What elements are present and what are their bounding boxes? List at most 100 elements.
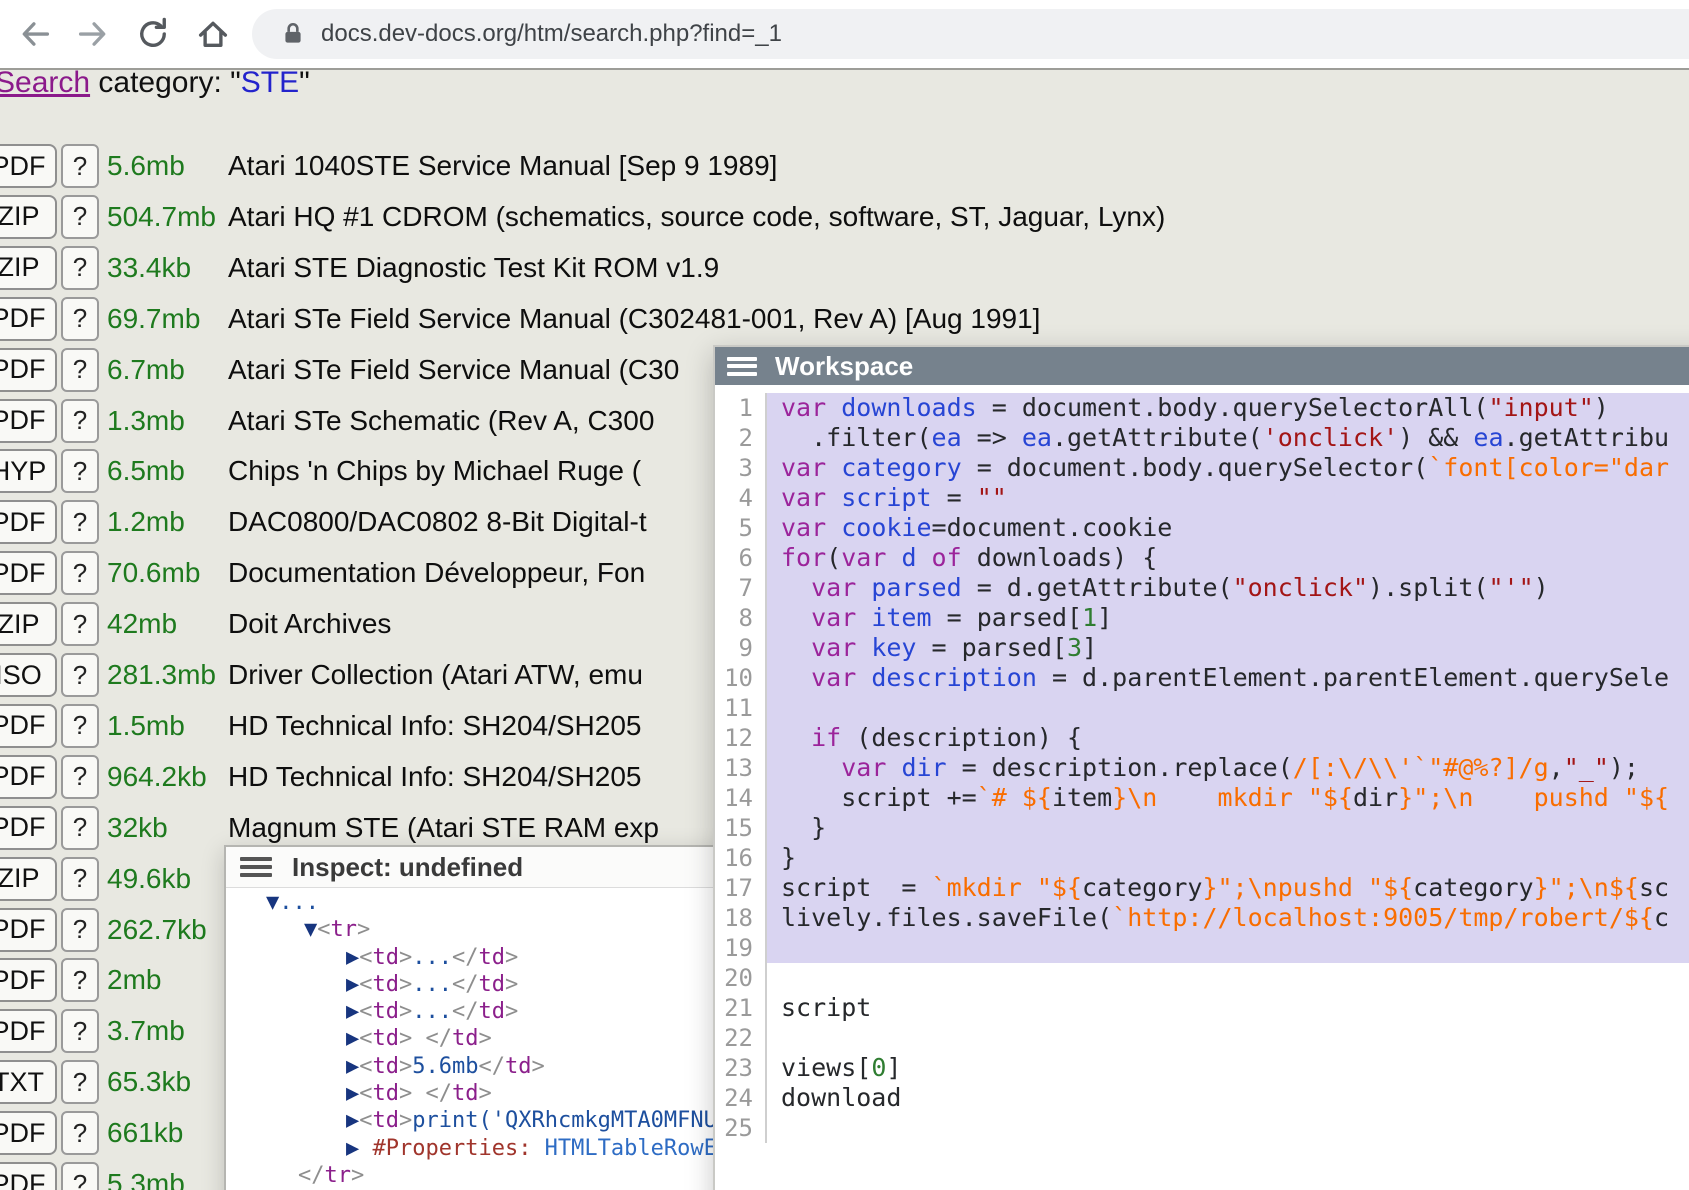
code-line[interactable]: 17script = `mkdir "${category}";\npushd … [715,873,1689,903]
workspace-titlebar[interactable]: Workspace [715,347,1689,385]
expand-triangle-icon[interactable]: ▶ [346,1108,359,1133]
file-type-button[interactable]: PDF [0,755,57,799]
file-help-button[interactable]: ? [61,500,99,544]
code-line[interactable]: 2 .filter(ea => ea.getAttribute('onclick… [715,423,1689,453]
collapse-triangle-icon[interactable]: ▼ [304,917,317,942]
file-help-button[interactable]: ? [61,144,99,188]
file-type-button[interactable]: TXT [0,1060,57,1104]
file-type-button[interactable]: ZIP [0,602,57,646]
file-type-button[interactable]: PDF [0,908,57,952]
code-line[interactable]: 1var downloads = document.body.querySele… [715,393,1689,423]
file-type-button[interactable]: HYP [0,449,57,493]
file-help-button[interactable]: ? [61,1060,99,1104]
collapse-triangle-icon[interactable]: ▼ [266,890,279,915]
code-text[interactable]: var category = document.body.querySelect… [767,453,1689,483]
tree-node[interactable]: </tr> [226,1162,788,1189]
code-line[interactable]: 10 var description = d.parentElement.par… [715,663,1689,693]
file-help-button[interactable]: ? [61,449,99,493]
code-line[interactable]: 8 var item = parsed[1] [715,603,1689,633]
code-line[interactable]: 22 [715,1023,1689,1053]
tree-node[interactable]: ▶<td> </td> [226,1025,788,1052]
expand-triangle-icon[interactable]: ▶ [346,972,359,997]
code-text[interactable] [767,1023,1689,1053]
file-type-button[interactable]: PDF [0,1111,57,1155]
code-text[interactable]: script +=`# ${item}\n mkdir "${dir}";\n … [767,783,1689,813]
code-text[interactable]: } [767,813,1689,843]
file-type-button[interactable]: ZIP [0,857,57,901]
code-line[interactable]: 7 var parsed = d.getAttribute("onclick")… [715,573,1689,603]
code-line[interactable]: 15 } [715,813,1689,843]
file-help-button[interactable]: ? [61,297,99,341]
code-text[interactable]: var parsed = d.getAttribute("onclick").s… [767,573,1689,603]
file-type-button[interactable]: PDF [0,297,57,341]
code-text[interactable]: } [767,843,1689,873]
search-link[interactable]: Search [0,66,90,99]
file-type-button[interactable]: ZIP [0,246,57,290]
file-type-button[interactable]: ZIP [0,195,57,239]
inspect-titlebar[interactable]: Inspect: undefined [226,847,788,888]
code-text[interactable]: var item = parsed[1] [767,603,1689,633]
code-text[interactable]: if (description) { [767,723,1689,753]
code-text[interactable]: var cookie=document.cookie [767,513,1689,543]
file-type-button[interactable]: PDF [0,1162,57,1190]
file-type-button[interactable]: PDF [0,704,57,748]
code-line[interactable]: 21script [715,993,1689,1023]
tree-node[interactable]: ▶<td>5.6mb</td> [226,1053,788,1080]
file-help-button[interactable]: ? [61,704,99,748]
file-help-button[interactable]: ? [61,958,99,1002]
file-help-button[interactable]: ? [61,399,99,443]
code-line[interactable]: 24download [715,1083,1689,1113]
code-line[interactable]: 5var cookie=document.cookie [715,513,1689,543]
code-line[interactable]: 25 [715,1113,1689,1143]
file-help-button[interactable]: ? [61,602,99,646]
code-line[interactable]: 11 [715,693,1689,723]
file-help-button[interactable]: ? [61,1009,99,1053]
file-type-button[interactable]: PDF [0,144,57,188]
code-line[interactable]: 16} [715,843,1689,873]
code-line[interactable]: 9 var key = parsed[3] [715,633,1689,663]
code-line[interactable]: 23views[0] [715,1053,1689,1083]
expand-triangle-icon[interactable]: ▶ [346,1026,359,1051]
code-editor[interactable]: 1var downloads = document.body.querySele… [715,385,1689,1143]
forward-button[interactable] [70,11,116,57]
file-type-button[interactable]: PDF [0,551,57,595]
code-text[interactable] [767,1113,1689,1143]
code-text[interactable]: var key = parsed[3] [767,633,1689,663]
file-help-button[interactable]: ? [61,806,99,850]
tree-node[interactable]: ▼... [226,889,788,916]
tree-node[interactable]: ▶<td>print('QXRhcmkgMTA0MFNU [226,1107,788,1134]
code-text[interactable]: var dir = description.replace(/[:\/\\'`"… [767,753,1689,783]
expand-triangle-icon[interactable]: ▶ [346,999,359,1024]
code-text[interactable]: for(var d of downloads) { [767,543,1689,573]
file-type-button[interactable]: PDF [0,399,57,443]
tree-node[interactable]: ▶<td>...</td> [226,944,788,971]
file-help-button[interactable]: ? [61,195,99,239]
code-line[interactable]: 18lively.files.saveFile(`http://localhos… [715,903,1689,933]
code-line[interactable]: 6for(var d of downloads) { [715,543,1689,573]
file-help-button[interactable]: ? [61,551,99,595]
code-text[interactable]: .filter(ea => ea.getAttribute('onclick')… [767,423,1689,453]
code-line[interactable]: 4var script = "" [715,483,1689,513]
file-type-button[interactable]: PDF [0,806,57,850]
file-type-button[interactable]: PDF [0,500,57,544]
home-button[interactable] [190,11,236,57]
file-help-button[interactable]: ? [61,908,99,952]
reload-button[interactable] [130,11,176,57]
file-help-button[interactable]: ? [61,246,99,290]
file-help-button[interactable]: ? [61,1162,99,1190]
code-text[interactable]: var downloads = document.body.querySelec… [767,393,1689,423]
code-text[interactable]: script [767,993,1689,1023]
code-text[interactable]: script = `mkdir "${category}";\npushd "$… [767,873,1689,903]
tree-node[interactable]: ▶<td>...</td> [226,998,788,1025]
tree-node[interactable]: ▼<tr> [226,916,788,943]
code-text[interactable] [767,963,1689,993]
file-help-button[interactable]: ? [61,653,99,697]
code-line[interactable]: 12 if (description) { [715,723,1689,753]
url-bar[interactable]: docs.dev-docs.org/htm/search.php?find=_1 [252,9,1689,59]
file-type-button[interactable]: PDF [0,348,57,392]
file-help-button[interactable]: ? [61,857,99,901]
code-line[interactable]: 14 script +=`# ${item}\n mkdir "${dir}";… [715,783,1689,813]
code-line[interactable]: 13 var dir = description.replace(/[:\/\\… [715,753,1689,783]
tree-node[interactable]: ▶<td>...</td> [226,971,788,998]
file-help-button[interactable]: ? [61,1111,99,1155]
